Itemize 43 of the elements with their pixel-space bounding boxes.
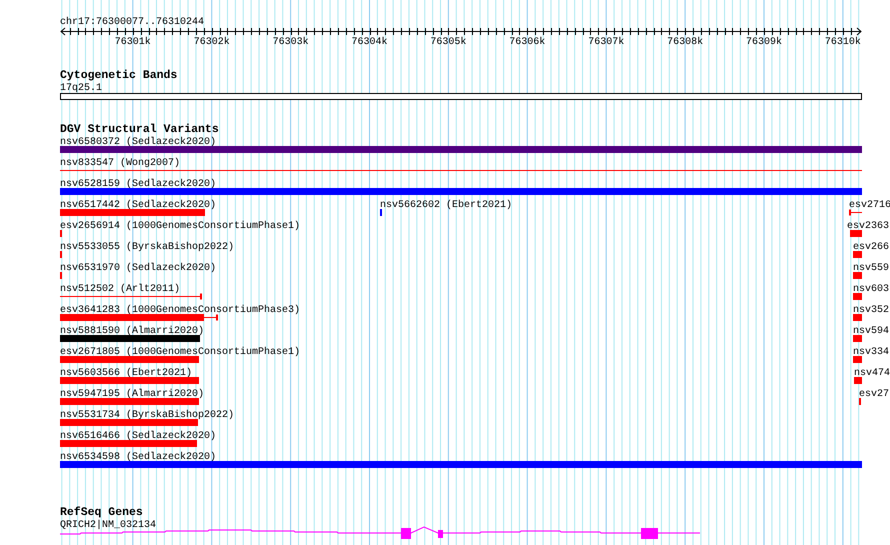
variant-label: nsv334 (853, 347, 890, 358)
variant-label: nsv603 (853, 284, 890, 295)
variant-label: nsv6580372 (Sedlazeck2020) (60, 137, 216, 148)
position-label: chr17:76300077..76310244 (60, 17, 204, 28)
variant-label: nsv6516466 (Sedlazeck2020) (60, 431, 216, 442)
variant-label: nsv5603566 (Ebert2021) (60, 368, 192, 379)
variant-label: esv2363 (847, 221, 890, 232)
tick-label: 76301k (114, 37, 151, 48)
variant-label: nsv5662602 (Ebert2021) (380, 200, 512, 211)
variant-label: nsv6531970 (Sedlazeck2020) (60, 263, 216, 274)
tick-label: 76306k (509, 37, 546, 48)
tick-label: 76303k (272, 37, 309, 48)
variant-label: nsv6528159 (Sedlazeck2020) (60, 179, 216, 190)
variant-label: nsv512502 (Arlt2011) (60, 284, 180, 295)
variant-label: esv2656914 (1000GenomesConsortiumPhase1) (60, 221, 300, 232)
variant-label: nsv5881590 (Almarri2020) (60, 326, 204, 337)
variant-label: nsv6534598 (Sedlazeck2020) (60, 452, 216, 463)
variant-label: esv27 (859, 389, 890, 400)
tick-label: 76302k (194, 37, 230, 48)
variant-label: esv2671805 (1000GenomesConsortiumPhase1) (60, 347, 300, 358)
gene-label: QRICH2|NM_032134 (60, 520, 156, 531)
variant-label: nsv594 (853, 326, 890, 337)
tick-label: 76307k (588, 37, 624, 48)
tick-label: 76308k (667, 37, 704, 48)
band-label: 17q25.1 (60, 83, 102, 94)
variant-label: esv2716 (849, 200, 890, 211)
variant-label: nsv474 (854, 368, 890, 379)
variant-label: esv266 (853, 242, 890, 253)
variant-label: nsv559 (853, 263, 890, 274)
tick-label: 76309k (746, 37, 782, 48)
tick-label: 76304k (352, 37, 388, 48)
track-title: Cytogenetic Bands (60, 69, 178, 82)
variant-label: nsv5947195 (Almarri2020) (60, 389, 204, 400)
variant-label: nsv352 (853, 305, 890, 316)
variant-label: nsv5533055 (ByrskaBishop2022) (60, 242, 234, 253)
track-title: RefSeq Genes (60, 506, 143, 519)
tick-label: 76310k (824, 37, 861, 48)
variant-label: nsv833547 (Wong2007) (60, 158, 180, 169)
variant-label: nsv6517442 (Sedlazeck2020) (60, 200, 216, 211)
tick-label: 76305k (430, 37, 466, 48)
variant-label: nsv5531734 (ByrskaBishop2022) (60, 410, 234, 421)
variant-label: esv3641283 (1000GenomesConsortiumPhase3) (60, 305, 300, 316)
track-title: DGV Structural Variants (60, 123, 219, 136)
